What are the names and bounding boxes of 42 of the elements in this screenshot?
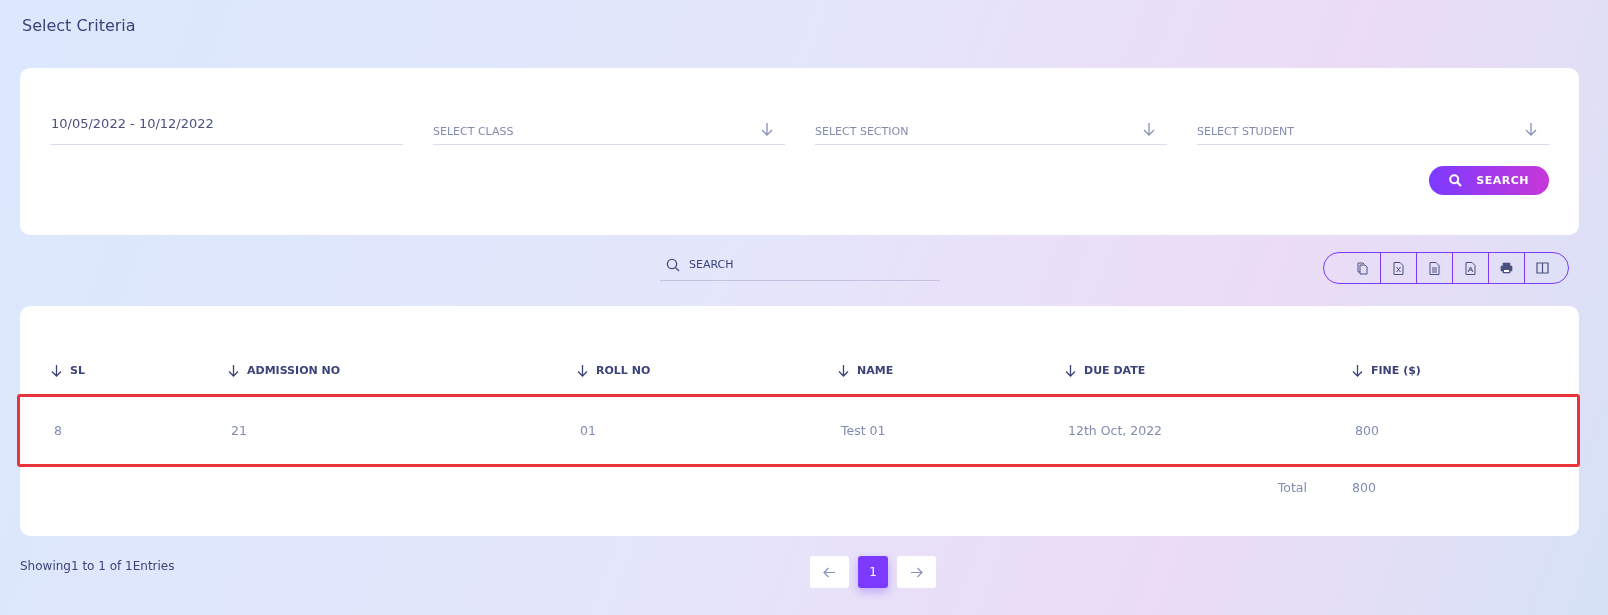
select-field[interactable]: SELECT STUDENT xyxy=(1197,112,1549,145)
print-icon xyxy=(1500,262,1513,274)
arrow-down-icon xyxy=(1143,122,1155,136)
pdf-file-icon xyxy=(1465,261,1476,275)
table-cell-text: 12th Oct, 2022 xyxy=(1068,423,1164,438)
column-header[interactable]: NAME xyxy=(838,363,894,377)
column-header[interactable]: ADMISSION NO xyxy=(228,363,341,377)
select-field[interactable]: SELECT CLASS xyxy=(433,112,785,145)
sort-arrow-icon xyxy=(577,363,588,377)
column-header[interactable]: ROLL NO xyxy=(577,363,651,377)
column-header[interactable]: SL xyxy=(51,363,85,377)
table-cell-text: 8 xyxy=(54,423,63,438)
sort-arrow-icon xyxy=(51,363,62,377)
search-icon xyxy=(666,258,680,272)
date-range-field[interactable]: 10/05/2022 - 10/12/2022 xyxy=(51,112,403,145)
table-cell-text: 800 xyxy=(1355,423,1380,438)
total-value: 800 xyxy=(1352,479,1377,495)
table-cell-text: Test 01 xyxy=(841,423,887,438)
table-cell-text: 01 xyxy=(580,423,597,438)
entries-info: Showing1 to 1 of 1Entries xyxy=(20,559,175,573)
arrow-down-icon xyxy=(1525,122,1537,136)
column-header[interactable]: FINE ($) xyxy=(1352,363,1421,377)
text-file-icon xyxy=(1429,261,1440,275)
page-button[interactable]: 1 xyxy=(858,556,888,588)
search-button[interactable]: SEARCH xyxy=(1429,166,1549,195)
spreadsheet-file-icon xyxy=(1393,261,1404,275)
arrow-right-icon xyxy=(910,566,923,578)
column-header[interactable]: DUE DATE xyxy=(1065,363,1146,377)
select-field[interactable]: SELECT SECTION xyxy=(815,112,1167,145)
copy-icon xyxy=(1355,261,1369,275)
page-title: Select Criteria xyxy=(21,16,137,37)
columns-icon xyxy=(1536,262,1549,274)
arrow-down-icon xyxy=(761,122,773,136)
search-field[interactable]: SEARCH xyxy=(660,249,940,281)
sort-arrow-icon xyxy=(1065,363,1076,377)
sort-arrow-icon xyxy=(228,363,239,377)
search-icon xyxy=(1449,174,1463,187)
total-label: Total xyxy=(1277,479,1307,495)
table-cell-text: 21 xyxy=(231,423,248,438)
sort-arrow-icon xyxy=(1352,363,1363,377)
sort-arrow-icon xyxy=(838,363,849,377)
arrow-left-icon xyxy=(823,566,836,578)
